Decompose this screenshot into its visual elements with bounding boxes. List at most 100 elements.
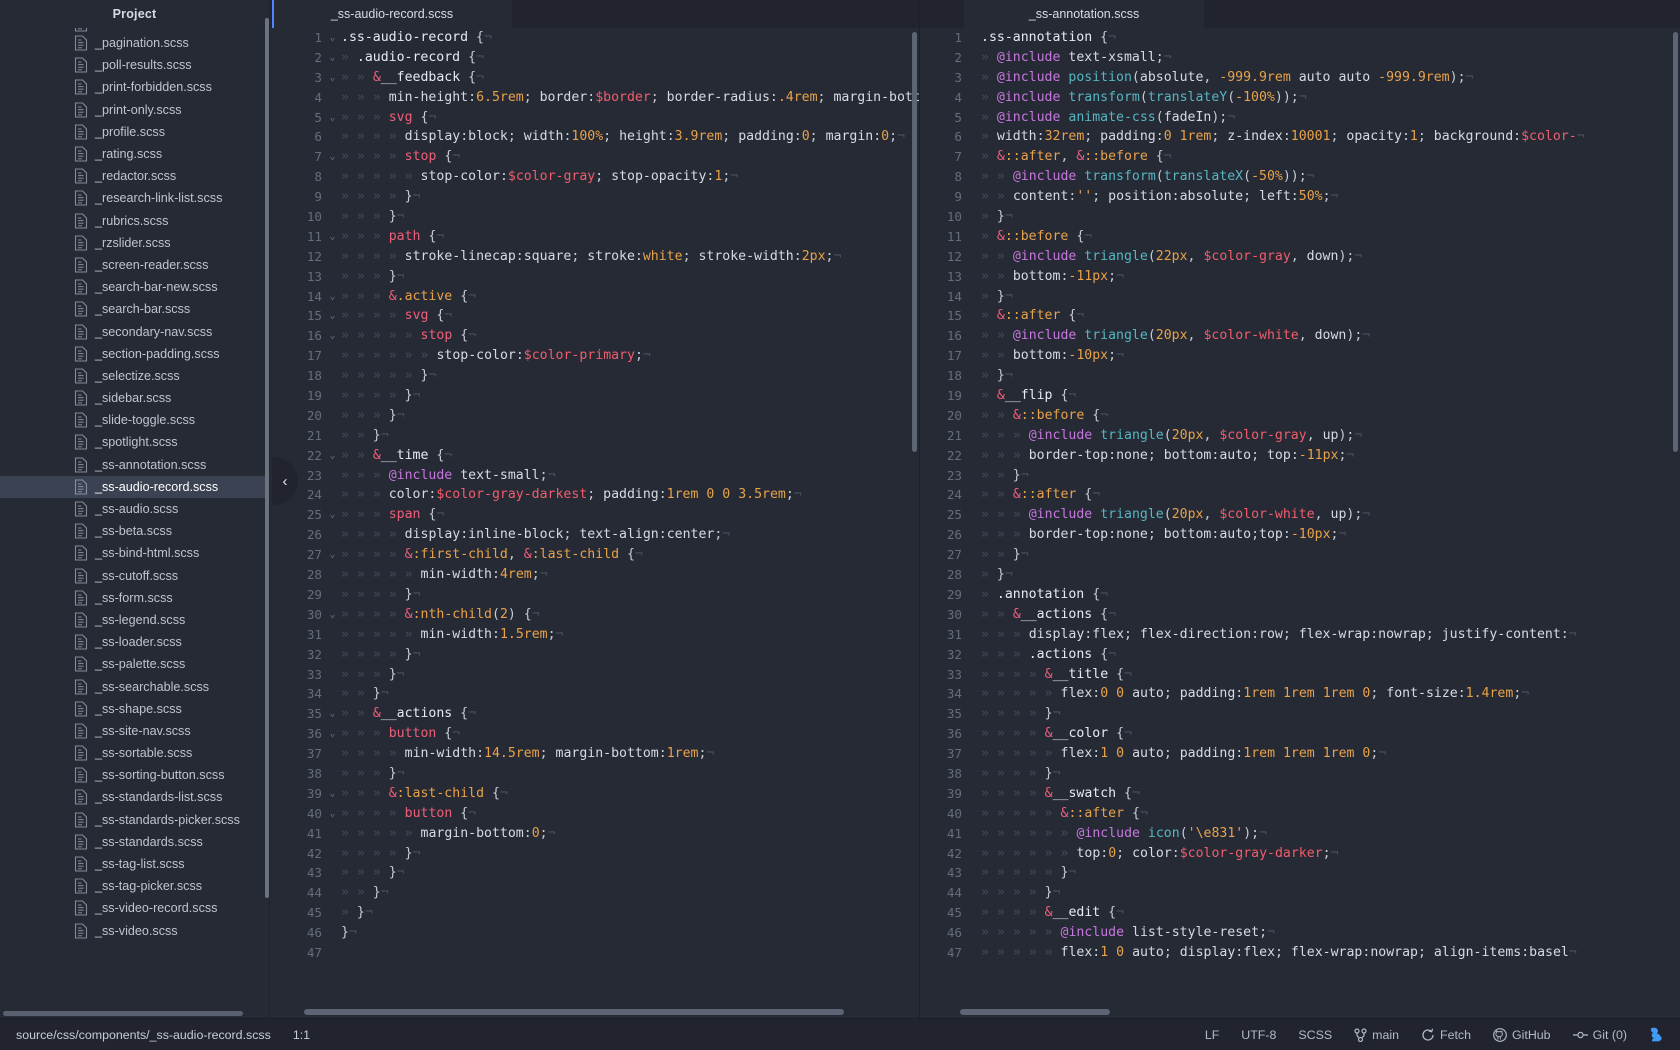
fold-toggle[interactable]: ⌄ <box>326 804 339 824</box>
code-line[interactable]: 45 » » » » &__edit {¬ <box>920 903 1680 923</box>
code-line[interactable]: 33 » » » }¬ <box>270 665 919 685</box>
list-item[interactable]: _redactor.scss <box>0 165 269 187</box>
fold-toggle[interactable]: ⌄ <box>326 287 339 307</box>
code-line[interactable]: 9 » » content:''; position:absolute; left… <box>920 187 1680 207</box>
code-line[interactable]: 47 <box>270 943 919 963</box>
code-line[interactable]: 13 » » bottom:-11px;¬ <box>920 267 1680 287</box>
code-line[interactable]: 35 ⌄» » &__actions {¬ <box>270 704 919 724</box>
code-line[interactable]: 1 .ss-annotation {¬ <box>920 28 1680 48</box>
file-tree[interactable]: _pagination.scss _poll-results.scss _pri… <box>0 28 269 1018</box>
fold-toggle[interactable]: ⌄ <box>326 724 339 744</box>
code-line[interactable]: 22 » » » border-top:none; bottom:auto; to… <box>920 446 1680 466</box>
code-line[interactable]: 43 » » » » » }¬ <box>920 863 1680 883</box>
code-area-right[interactable]: 1 .ss-annotation {¬ 2 » @include text-xsmal… <box>920 28 1680 1018</box>
code-line[interactable]: 2 » @include text-xsmall;¬ <box>920 48 1680 68</box>
code-line[interactable]: 38 » » » » }¬ <box>920 764 1680 784</box>
fold-toggle[interactable]: ⌄ <box>326 545 339 565</box>
code-line[interactable]: 3 ⌄» » &__feedback {¬ <box>270 68 919 88</box>
code-line[interactable]: 30 ⌄» » » » &:nth-child(2) {¬ <box>270 605 919 625</box>
list-item[interactable]: _ss-audio.scss <box>0 498 269 520</box>
code-line[interactable]: 18 » » » » » }¬ <box>270 366 919 386</box>
list-item[interactable]: _ss-annotation.scss <box>0 454 269 476</box>
fold-toggle[interactable]: ⌄ <box>326 704 339 724</box>
code-line[interactable]: 44 » » }¬ <box>270 883 919 903</box>
code-line[interactable]: 18 » }¬ <box>920 366 1680 386</box>
code-line[interactable]: 29 » .annotation {¬ <box>920 585 1680 605</box>
code-line[interactable]: 14 » }¬ <box>920 287 1680 307</box>
list-item[interactable]: _ss-shape.scss <box>0 698 269 720</box>
list-item[interactable]: _section-padding.scss <box>0 343 269 365</box>
sidebar-horizontal-scrollbar[interactable] <box>3 1011 243 1016</box>
code-line[interactable]: 12 » » @include triangle(22px, $color-gra… <box>920 247 1680 267</box>
list-item[interactable]: _ss-form.scss <box>0 587 269 609</box>
list-item[interactable]: _spotlight.scss <box>0 431 269 453</box>
list-item[interactable]: _poll-results.scss <box>0 54 269 76</box>
list-item[interactable]: _selectize.scss <box>0 365 269 387</box>
code-line[interactable]: 20 » » &::before {¬ <box>920 406 1680 426</box>
fold-toggle[interactable]: ⌄ <box>326 326 339 346</box>
code-line[interactable]: 39 ⌄» » » &:last-child {¬ <box>270 784 919 804</box>
code-line[interactable]: 36 » » » » &__color {¬ <box>920 724 1680 744</box>
code-line[interactable]: 23 » » }¬ <box>920 466 1680 486</box>
code-line[interactable]: 13 » » » }¬ <box>270 267 919 287</box>
list-item[interactable]: _ss-palette.scss <box>0 653 269 675</box>
list-item[interactable]: _ss-loader.scss <box>0 631 269 653</box>
code-line[interactable]: 33 » » » » &__title {¬ <box>920 665 1680 685</box>
status-language[interactable]: SCSS <box>1298 1028 1332 1042</box>
code-line[interactable]: 32 » » » .actions {¬ <box>920 645 1680 665</box>
code-line[interactable]: 19 » » » » }¬ <box>270 386 919 406</box>
code-line[interactable]: 45 » }¬ <box>270 903 919 923</box>
code-line[interactable]: 37 » » » » min-width:14.5rem; margin-bott… <box>270 744 919 764</box>
code-line[interactable]: 46}¬ <box>270 923 919 943</box>
list-item[interactable]: _ss-tag-list.scss <box>0 853 269 875</box>
status-encoding[interactable]: UTF-8 <box>1241 1028 1276 1042</box>
fold-toggle[interactable]: ⌄ <box>326 605 339 625</box>
list-item[interactable]: _ss-sorting-button.scss <box>0 764 269 786</box>
code-line[interactable]: 1 ⌄ .ss-audio-record {¬ <box>270 28 919 48</box>
list-item[interactable]: _ss-beta.scss <box>0 520 269 542</box>
code-line[interactable]: 8 » » @include transform(translateX(-50%)… <box>920 167 1680 187</box>
list-item[interactable]: _rzslider.scss <box>0 232 269 254</box>
list-item[interactable]: _rating.scss <box>0 143 269 165</box>
list-item[interactable]: _search-bar.scss <box>0 298 269 320</box>
status-branch[interactable]: main <box>1354 1028 1399 1042</box>
code-line[interactable]: 34 » » » » » flex:0 0 auto; padding:1rem … <box>920 684 1680 704</box>
list-item-selected[interactable]: _ss-audio-record.scss <box>0 475 269 498</box>
list-item[interactable]: _slide-toggle.scss <box>0 409 269 431</box>
code-line[interactable]: 26 » » » border-top:none; bottom:auto;top… <box>920 525 1680 545</box>
list-item[interactable]: _ss-legend.scss <box>0 609 269 631</box>
code-line[interactable]: 26 » » » » display:inline-block; text-ali… <box>270 525 919 545</box>
list-item[interactable]: _research-link-list.scss <box>0 187 269 209</box>
code-line[interactable]: 15 » &::after {¬ <box>920 306 1680 326</box>
code-line[interactable]: 43 » » » }¬ <box>270 863 919 883</box>
list-item[interactable]: _ss-tag-picker.scss <box>0 875 269 897</box>
code-line[interactable]: 9 » » » » }¬ <box>270 187 919 207</box>
code-line[interactable]: 42 » » » » }¬ <box>270 844 919 864</box>
sidebar-vertical-scrollbar[interactable] <box>265 18 269 898</box>
list-item[interactable]: _print-only.scss <box>0 99 269 121</box>
list-item[interactable]: _ss-site-nav.scss <box>0 720 269 742</box>
code-line[interactable]: 31 » » » display:flex; flex-direction:row… <box>920 625 1680 645</box>
list-item[interactable]: _ss-standards.scss <box>0 831 269 853</box>
list-item[interactable]: _ss-searchable.scss <box>0 675 269 697</box>
fold-toggle[interactable]: ⌄ <box>326 48 339 68</box>
fold-toggle[interactable]: ⌄ <box>326 505 339 525</box>
code-line[interactable]: 5 ⌄» » » svg {¬ <box>270 108 919 128</box>
code-line[interactable]: 10 » » » }¬ <box>270 207 919 227</box>
list-item[interactable]: _secondary-nav.scss <box>0 320 269 342</box>
code-line[interactable]: 14 ⌄» » » &.active {¬ <box>270 287 919 307</box>
code-line[interactable]: 27 » » }¬ <box>920 545 1680 565</box>
list-item[interactable]: _sidebar.scss <box>0 387 269 409</box>
code-line[interactable]: 21 » » }¬ <box>270 426 919 446</box>
code-line[interactable]: 24» » » color:$color-gray-darkest; paddi… <box>270 485 919 505</box>
code-line[interactable]: 12 » » » » stroke-linecap:square; stroke:… <box>270 247 919 267</box>
list-item[interactable]: _search-bar-new.scss <box>0 276 269 298</box>
fold-toggle[interactable]: ⌄ <box>326 784 339 804</box>
code-line[interactable]: 38 » » » }¬ <box>270 764 919 784</box>
code-line[interactable]: 28 » }¬ <box>920 565 1680 585</box>
code-line[interactable]: 10 » }¬ <box>920 207 1680 227</box>
code-line[interactable]: 16 » » @include triangle(20px, $color-whi… <box>920 326 1680 346</box>
code-line[interactable]: 8 » » » » » stop-color:$color-gray; stop-… <box>270 167 919 187</box>
status-cursor-position[interactable]: 1:1 <box>293 1028 310 1042</box>
status-fetch[interactable]: Fetch <box>1421 1028 1471 1042</box>
